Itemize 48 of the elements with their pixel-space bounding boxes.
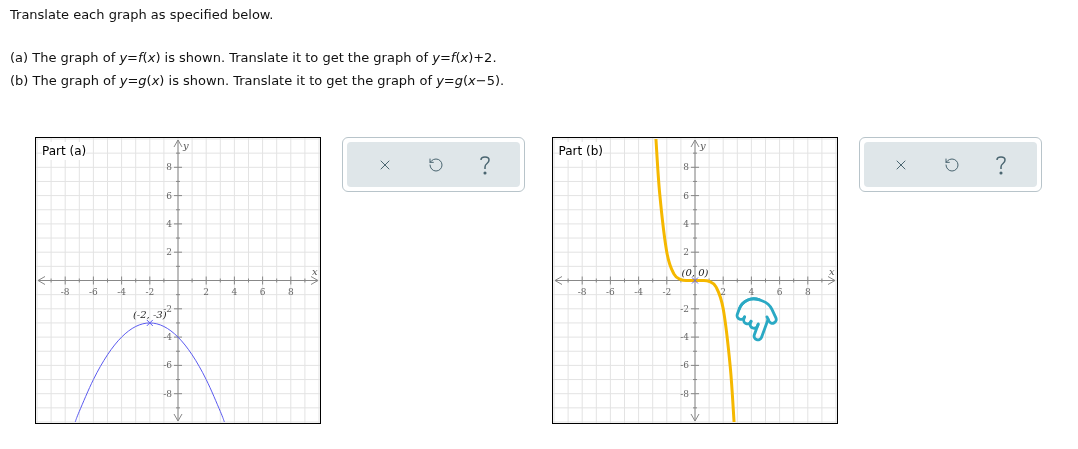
point-marker (146, 319, 154, 327)
tick-label: 8 (287, 286, 294, 297)
tick-label: -2 (145, 286, 155, 297)
tick-label: 4 (682, 218, 689, 229)
tick-label: -4 (679, 332, 689, 343)
tick-label: -6 (605, 286, 615, 297)
task-text: (a) The graph of y=f(x) is shown. Translate it to get the graph of y=f(x)+2. (10, 49, 498, 67)
tick-label: 8 (804, 286, 811, 297)
tick-label: -6 (89, 286, 98, 297)
undo-icon (427, 156, 444, 173)
tick-label: 2 (719, 286, 726, 297)
tick-label: -2 (163, 303, 172, 314)
tick-label: 2 (166, 247, 172, 258)
point-label: (0, 0) (681, 266, 708, 278)
tick-label: -6 (163, 360, 172, 371)
part-title: Part (a) (42, 142, 87, 160)
tick-label: 8 (682, 162, 689, 173)
tick-label: 4 (231, 286, 238, 297)
tick-label: -4 (117, 286, 126, 297)
help-icon (478, 154, 491, 175)
part-title: Part (b) (558, 142, 603, 160)
axis-label: y (699, 140, 706, 151)
tick-label: -8 (163, 388, 172, 399)
tick-label: -2 (679, 303, 689, 314)
tick-label: 4 (166, 218, 172, 229)
axis-label: x (828, 265, 835, 277)
instructions-text: Translate each graph as specified below. (10, 6, 275, 24)
tick-label: -8 (60, 286, 70, 297)
tick-label: 6 (682, 190, 689, 201)
axis-label: y (183, 140, 189, 151)
tick-label: -4 (163, 332, 172, 343)
tick-label: -2 (661, 286, 671, 297)
tick-label: 6 (166, 190, 172, 201)
help-icon (995, 154, 1007, 175)
tick-label: 2 (682, 247, 689, 258)
tick-label: 6 (259, 286, 266, 297)
tick-label: -6 (679, 360, 689, 371)
point-marker (691, 277, 698, 284)
tick-label: 6 (776, 286, 782, 297)
tick-label: 2 (203, 286, 210, 297)
tick-label: -8 (679, 388, 689, 399)
tick-label: -8 (577, 286, 587, 297)
axis-label: x (312, 265, 318, 277)
task-text: (b) The graph of y=g(x) is shown. Translate it to get the graph of y=g(x−5). (10, 72, 506, 90)
undo-icon (944, 156, 960, 173)
tick-label: -4 (633, 286, 643, 297)
tick-label: 8 (166, 162, 172, 173)
tick-label: 4 (748, 286, 754, 297)
